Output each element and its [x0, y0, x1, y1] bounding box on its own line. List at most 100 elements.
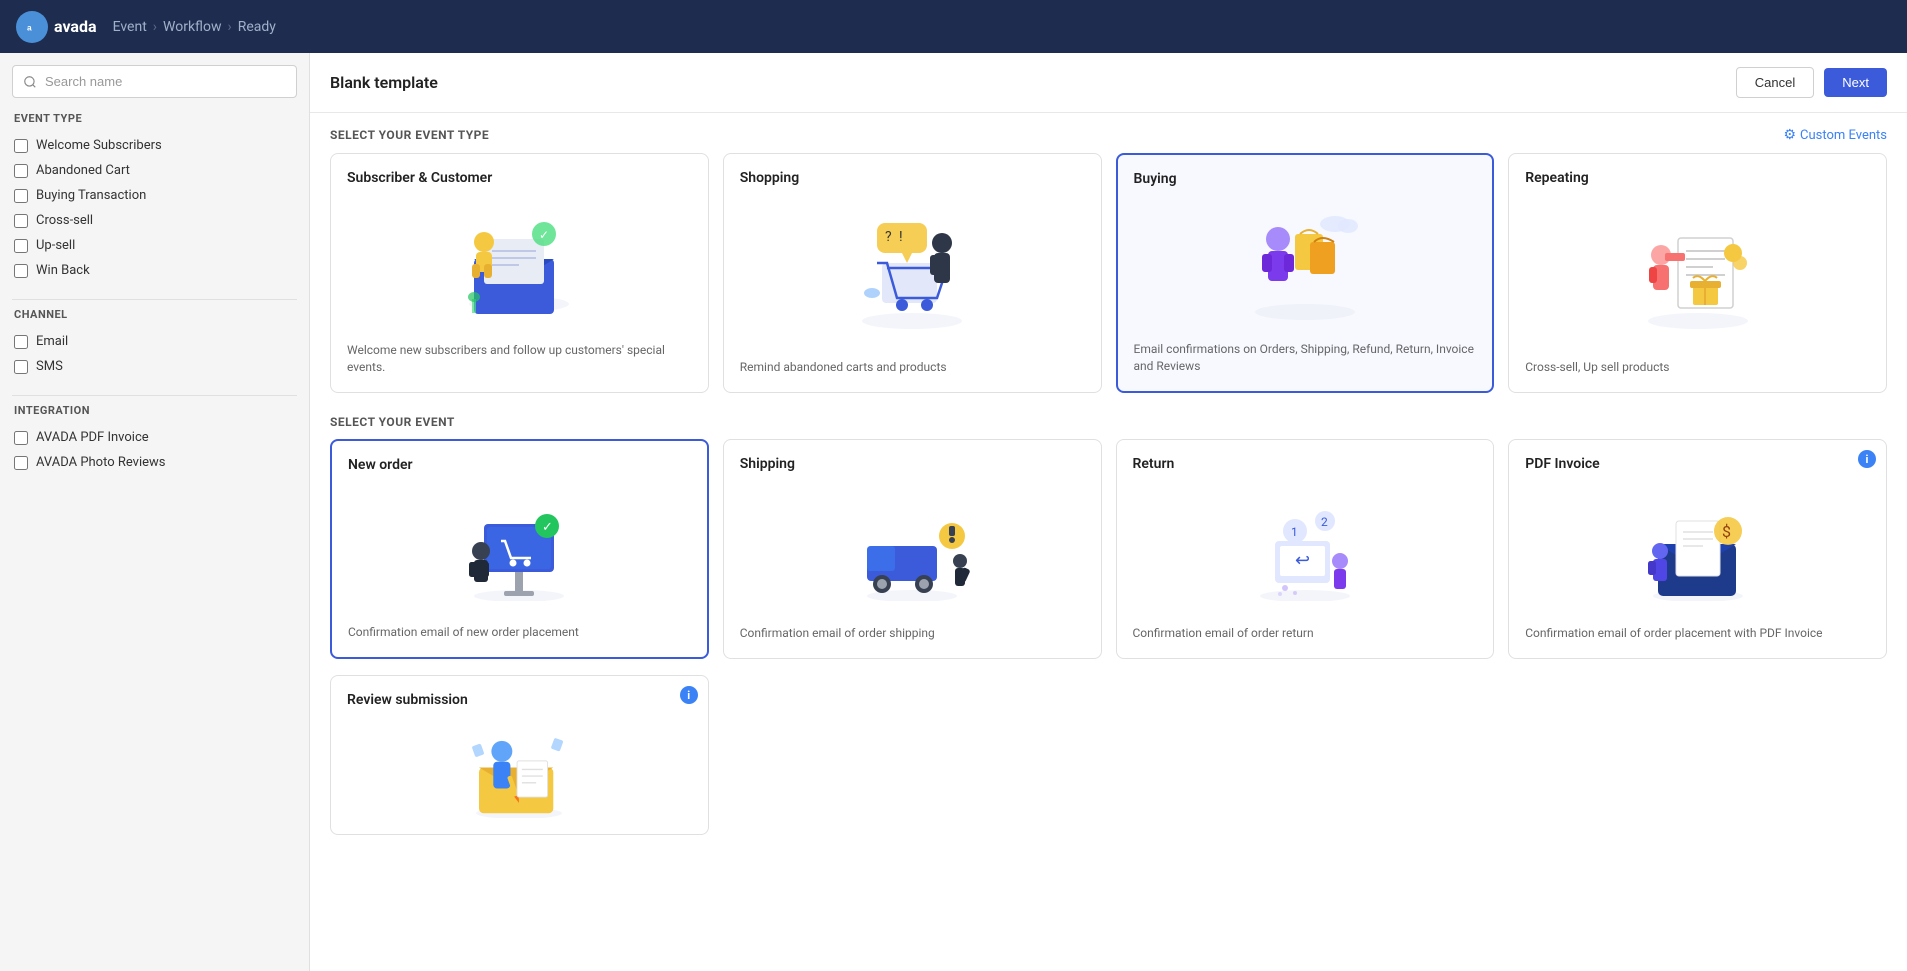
- select-event-label: SELECT YOUR EVENT: [330, 415, 1887, 429]
- search-input[interactable]: [12, 65, 297, 98]
- sidebar-item-avada-pdf-invoice[interactable]: AVADA PDF Invoice: [12, 425, 297, 450]
- card-desc-shopping: Remind abandoned carts and products: [740, 359, 1085, 376]
- card-illustration-shopping: ? !: [740, 196, 1085, 349]
- card-repeating[interactable]: Repeating: [1508, 153, 1887, 393]
- custom-events-link[interactable]: ⚙ Custom Events: [1783, 127, 1887, 143]
- sidebar: EVENT TYPE Welcome Subscribers Abandoned…: [0, 53, 310, 971]
- label-sms: SMS: [36, 359, 63, 374]
- svg-text:$: $: [1722, 522, 1731, 541]
- modal-actions: Cancel Next: [1736, 67, 1887, 98]
- card-desc-subscriber-customer: Welcome new subscribers and follow up cu…: [347, 342, 692, 376]
- checkbox-cross-sell[interactable]: [14, 214, 28, 228]
- next-button[interactable]: Next: [1824, 68, 1887, 97]
- checkbox-sms[interactable]: [14, 360, 28, 374]
- event-cards-row2: i Review submission: [310, 675, 1907, 851]
- event-card-illustration-return: ↩ 1 2: [1133, 482, 1478, 615]
- event-card-desc-return: Confirmation email of order return: [1133, 625, 1478, 642]
- event-section-content: SELECT YOUR EVENT New order: [310, 409, 1907, 851]
- card-illustration-repeating: [1525, 196, 1870, 349]
- sidebar-item-abandoned-cart[interactable]: Abandoned Cart: [12, 158, 297, 183]
- main-area: EVENT TYPE Welcome Subscribers Abandoned…: [0, 53, 1907, 971]
- info-badge-pdf-invoice: i: [1858, 450, 1876, 468]
- event-card-new-order[interactable]: New order: [330, 439, 709, 659]
- event-card-return[interactable]: Return ↩ 1 2: [1116, 439, 1495, 659]
- breadcrumb-workflow[interactable]: Workflow: [163, 19, 222, 35]
- svg-text:?: ?: [885, 229, 892, 245]
- card-buying[interactable]: Buying: [1116, 153, 1495, 393]
- card-illustration-buying: [1134, 197, 1477, 331]
- label-buying-transaction: Buying Transaction: [36, 188, 146, 203]
- event-type-title: EVENT TYPE: [12, 112, 297, 125]
- label-abandoned-cart: Abandoned Cart: [36, 163, 130, 178]
- label-win-back: Win Back: [36, 263, 90, 278]
- card-desc-repeating: Cross-sell, Up sell products: [1525, 359, 1870, 376]
- divider-1: [12, 299, 297, 300]
- svg-text:↩: ↩: [1295, 550, 1310, 571]
- card-desc-buying: Email confirmations on Orders, Shipping,…: [1134, 341, 1477, 375]
- card-subscriber-customer[interactable]: Subscriber & Customer: [330, 153, 709, 393]
- integration-section: INTEGRATION AVADA PDF Invoice AVADA Phot…: [12, 404, 297, 475]
- svg-text:!: !: [899, 229, 903, 245]
- checkbox-abandoned-cart[interactable]: [14, 164, 28, 178]
- sidebar-item-sms[interactable]: SMS: [12, 354, 297, 379]
- content-area: Blank template Cancel Next SELECT YOUR E…: [310, 53, 1907, 971]
- label-email: Email: [36, 334, 68, 349]
- top-navigation: a avada Event › Workflow › Ready: [0, 0, 1907, 53]
- event-card-pdf-invoice[interactable]: i PDF Invoice: [1508, 439, 1887, 659]
- sidebar-item-email[interactable]: Email: [12, 329, 297, 354]
- select-event-type-label: SELECT YOUR EVENT TYPE: [330, 128, 489, 142]
- checkbox-email[interactable]: [14, 335, 28, 349]
- channel-title: CHANNEL: [12, 308, 297, 321]
- cancel-button[interactable]: Cancel: [1736, 67, 1814, 98]
- svg-text:✓: ✓: [542, 520, 553, 535]
- card-shopping[interactable]: Shopping: [723, 153, 1102, 393]
- event-card-illustration-pdf-invoice: $: [1525, 482, 1870, 615]
- sidebar-item-up-sell[interactable]: Up-sell: [12, 233, 297, 258]
- sidebar-item-welcome-subscribers[interactable]: Welcome Subscribers: [12, 133, 297, 158]
- event-card-review-submission[interactable]: i Review submission: [330, 675, 709, 835]
- label-cross-sell: Cross-sell: [36, 213, 93, 228]
- breadcrumb-sep-2: ›: [228, 19, 232, 35]
- sidebar-item-buying-transaction[interactable]: Buying Transaction: [12, 183, 297, 208]
- select-event-header: SELECT YOUR EVENT: [310, 409, 1907, 439]
- channel-section: CHANNEL Email SMS: [12, 308, 297, 379]
- svg-text:a: a: [27, 22, 32, 32]
- checkbox-buying-transaction[interactable]: [14, 189, 28, 203]
- event-card-desc-shipping: Confirmation email of order shipping: [740, 625, 1085, 642]
- event-card-title-pdf-invoice: PDF Invoice: [1525, 456, 1870, 472]
- event-card-title-return: Return: [1133, 456, 1478, 472]
- event-type-section: EVENT TYPE Welcome Subscribers Abandoned…: [12, 112, 297, 283]
- svg-text:1: 1: [1291, 525, 1298, 539]
- card-title-repeating: Repeating: [1525, 170, 1870, 186]
- sidebar-item-avada-photo-reviews[interactable]: AVADA Photo Reviews: [12, 450, 297, 475]
- custom-events-text: Custom Events: [1800, 128, 1887, 143]
- checkbox-up-sell[interactable]: [14, 239, 28, 253]
- event-card-title-review-submission: Review submission: [347, 692, 692, 708]
- modal-title: Blank template: [330, 73, 438, 92]
- card-illustration-subscriber-customer: ✓: [347, 196, 692, 332]
- divider-2: [12, 395, 297, 396]
- checkbox-win-back[interactable]: [14, 264, 28, 278]
- sidebar-item-win-back[interactable]: Win Back: [12, 258, 297, 283]
- breadcrumb-event[interactable]: Event: [113, 19, 147, 35]
- sidebar-item-cross-sell[interactable]: Cross-sell: [12, 208, 297, 233]
- event-type-section-content: SELECT YOUR EVENT TYPE ⚙ Custom Events S…: [310, 113, 1907, 409]
- card-title-buying: Buying: [1134, 171, 1477, 187]
- checkbox-avada-pdf-invoice[interactable]: [14, 431, 28, 445]
- event-type-cards: Subscriber & Customer: [310, 153, 1907, 409]
- event-card-shipping[interactable]: Shipping: [723, 439, 1102, 659]
- event-card-title-shipping: Shipping: [740, 456, 1085, 472]
- card-title-subscriber-customer: Subscriber & Customer: [347, 170, 692, 186]
- svg-text:✓: ✓: [539, 228, 549, 242]
- info-badge-review-submission: i: [680, 686, 698, 704]
- checkbox-welcome-subscribers[interactable]: [14, 139, 28, 153]
- label-welcome-subscribers: Welcome Subscribers: [36, 138, 162, 153]
- breadcrumb-ready: Ready: [238, 19, 276, 35]
- logo-text: avada: [54, 17, 97, 36]
- svg-text:2: 2: [1321, 515, 1328, 529]
- event-card-illustration-new-order: ✓: [348, 483, 691, 614]
- breadcrumb-sep-1: ›: [153, 19, 157, 35]
- logo-icon: a: [16, 11, 48, 43]
- checkbox-avada-photo-reviews[interactable]: [14, 456, 28, 470]
- event-card-desc-pdf-invoice: Confirmation email of order placement wi…: [1525, 625, 1870, 642]
